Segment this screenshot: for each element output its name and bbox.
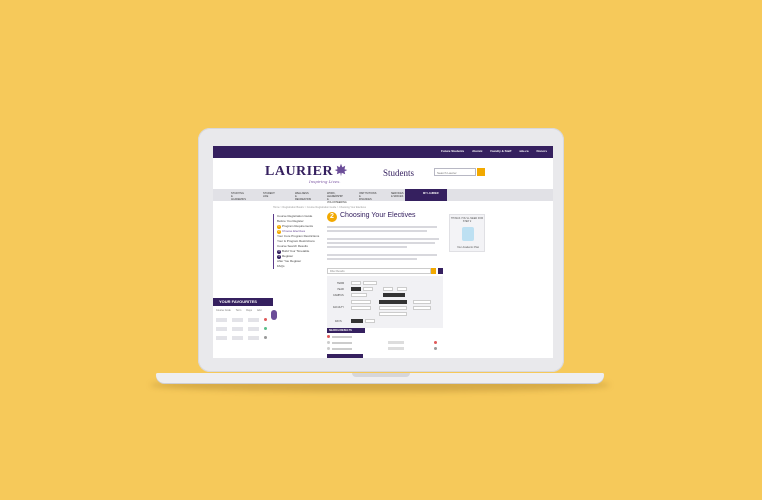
favourites-toggle[interactable] [271, 310, 277, 320]
laurier-logo[interactable]: LAURIER [265, 164, 333, 180]
link-wlu[interactable]: wlu.ca [519, 149, 528, 153]
link-future-students[interactable]: Future Students [441, 149, 464, 153]
filter-panel: TERM YEAR CAMPUS FACULTY DAYS [327, 276, 443, 328]
filter-search-button[interactable] [431, 268, 436, 274]
breadcrumb[interactable]: Home > Registration Basics > Course Regi… [273, 206, 366, 209]
nav-services[interactable]: SERVICES & SPACES [373, 189, 405, 201]
filter-label-year: YEAR [337, 288, 344, 291]
filter-option[interactable] [351, 300, 371, 304]
filter-option[interactable] [397, 287, 407, 291]
coffee-cup-icon [462, 227, 474, 241]
left-nav: Course Registration Guide Before You Reg… [273, 214, 321, 269]
link-faculty-staff[interactable]: Faculty & Staff [490, 149, 511, 153]
filter-option-selected[interactable] [351, 287, 361, 291]
page-title: Choosing Your Electives [340, 212, 416, 219]
filter-option[interactable] [413, 306, 431, 310]
browser-screen: Future Students Alumni Faculty & Staff w… [213, 146, 553, 358]
laptop-notch [352, 373, 410, 377]
utility-bar: Future Students Alumni Faculty & Staff w… [213, 146, 553, 158]
nav-institutions[interactable]: INSTITUTIONS & FINANCES [341, 189, 376, 201]
promo-title: THINGS YOU'LL NEED FOR STEP 2 [450, 217, 484, 223]
filter-label-days: DAYS [335, 320, 342, 323]
favourites-row[interactable] [213, 324, 273, 333]
favourites-title: YOUR FAVOURITES [213, 298, 273, 306]
link-alumni[interactable]: Alumni [472, 149, 482, 153]
search-results-heading: SEARCH RESULTS [327, 328, 365, 333]
results-section-bar [327, 354, 363, 358]
favourites-row[interactable] [213, 333, 273, 342]
maple-leaf-icon [334, 163, 348, 177]
left-nav-accent [273, 214, 274, 269]
intro-text-line [327, 226, 437, 228]
left-nav-item[interactable]: FAQs [275, 264, 321, 269]
filter-option[interactable] [383, 287, 393, 291]
filter-option-selected[interactable] [383, 293, 405, 297]
filter-option[interactable] [379, 312, 407, 316]
filter-option[interactable] [379, 306, 407, 310]
filter-option[interactable] [351, 306, 371, 310]
intro-text-line [327, 238, 439, 240]
nav-work[interactable]: WORK, LEADERSHIP & VOLUNTEERING [309, 189, 347, 204]
filter-option-selected[interactable] [379, 300, 407, 304]
intro-text-line [327, 242, 435, 244]
step-number-badge: 2 [327, 212, 337, 222]
section-title: Students [383, 168, 415, 178]
nav-student-life[interactable]: STUDENT LIFE [245, 189, 277, 201]
filter-option[interactable] [363, 287, 373, 291]
filter-option-selected[interactable] [351, 319, 363, 323]
intro-text-line [327, 230, 427, 232]
results-row[interactable] [327, 341, 443, 346]
search-icon[interactable] [477, 168, 485, 176]
filter-input[interactable]: Filter Results [327, 268, 431, 274]
nav-wellness[interactable]: WELLNESS & RECREATION [277, 189, 311, 201]
filter-option[interactable] [351, 293, 367, 297]
filter-option[interactable] [365, 319, 375, 323]
filter-label-faculty: FACULTY [333, 306, 345, 309]
search-input[interactable]: Search Laurier [434, 168, 476, 176]
main-nav: STUDYING & ACADEMICS STUDENT LIFE WELLNE… [213, 189, 553, 204]
intro-text-line [327, 258, 417, 260]
site-header: LAURIER Inspiring Lives. Students Search… [213, 158, 553, 188]
favourites-header-row: Course Code Term Days Add [216, 309, 262, 312]
intro-text-line [327, 254, 437, 256]
favourites-panel: YOUR FAVOURITES Course Code Term Days Ad… [213, 298, 273, 352]
filter-option[interactable] [413, 300, 431, 304]
favourites-row[interactable] [213, 315, 273, 324]
tagline: Inspiring Lives. [309, 179, 341, 184]
filter-label-term: TERM [337, 282, 345, 285]
nav-my-laurier[interactable]: MY LAURIER [405, 189, 447, 201]
sidebar-promo[interactable]: THINGS YOU'LL NEED FOR STEP 2 Your Acade… [449, 214, 485, 252]
promo-caption: Your Academic Plan [456, 246, 480, 249]
filter-toggle-button[interactable] [438, 268, 443, 274]
filter-option[interactable] [363, 281, 377, 285]
nav-studying[interactable]: STUDYING & ACADEMICS [213, 189, 246, 201]
intro-text-line [327, 246, 407, 248]
results-row[interactable] [327, 335, 443, 340]
filter-option[interactable] [351, 281, 361, 285]
results-row[interactable] [327, 347, 443, 352]
filter-label-campus: CAMPUS [333, 294, 344, 297]
link-donors[interactable]: Donors [537, 149, 548, 153]
